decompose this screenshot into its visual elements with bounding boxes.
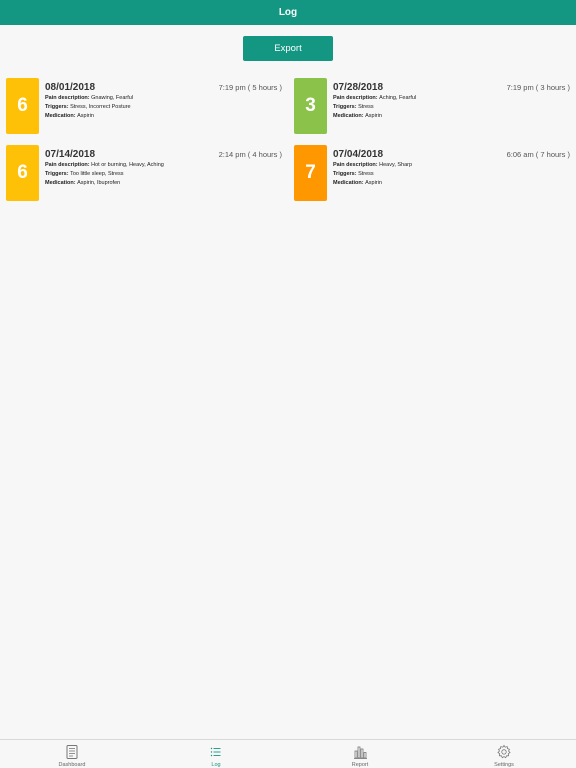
medication: Medication: Aspirin, Ibuprofen [45,180,120,186]
triggers-label: Triggers: [45,171,71,177]
medication-label: Medication: [45,113,78,119]
pain-description: Pain description: Gnawing, Fearful [45,95,133,101]
medication-value: Aspirin [365,113,382,119]
tab-label: Log [211,762,221,768]
tab-bar: Dashboard Log Report Settings [0,739,576,768]
log-entry[interactable]: 3 07/28/2018 7:19 pm ( 3 hours ) Pain de… [294,78,574,136]
log-entry[interactable]: 7 07/04/2018 6:06 am ( 7 hours ) Pain de… [294,145,574,203]
medication-value: Aspirin [365,180,382,186]
triggers-value: Too little sleep, Stress [70,171,124,177]
page-title: Log [278,7,298,18]
triggers-label: Triggers: [45,104,71,110]
dashboard-icon [66,745,78,759]
gear-icon [497,744,511,759]
tab-dashboard[interactable]: Dashboard [0,740,144,768]
tab-log[interactable]: Log [144,740,288,768]
triggers: Triggers: Stress [333,104,374,110]
log-entry[interactable]: 6 07/14/2018 2:14 pm ( 4 hours ) Pain de… [6,145,286,203]
tab-report[interactable]: Report [288,740,432,768]
pain-score-badge: 7 [294,145,327,201]
pain-score-badge: 6 [6,145,39,201]
entry-date: 07/04/2018 [333,149,384,160]
entry-time: 7:19 pm ( 3 hours ) [506,83,570,92]
export-button[interactable]: Export [243,36,333,61]
pain-description-value: Hot or burning, Heavy, Aching [91,162,164,168]
triggers-label: Triggers: [333,171,359,177]
entry-time: 6:06 am ( 7 hours ) [506,150,570,159]
tab-label: Settings [494,762,514,768]
triggers: Triggers: Stress, Incorrect Posture [45,104,131,110]
entry-date: 07/14/2018 [45,149,96,160]
triggers-label: Triggers: [333,104,359,110]
triggers-value: Stress, Incorrect Posture [70,104,131,110]
list-icon [210,747,221,757]
triggers: Triggers: Stress [333,171,374,177]
tab-settings[interactable]: Settings [432,740,576,768]
pain-description-value: Aching, Fearful [379,95,417,101]
medication: Medication: Aspirin [333,180,382,186]
medication-value: Aspirin, Ibuprofen [77,180,121,186]
pain-description-label: Pain description: [333,95,380,101]
pain-score-badge: 3 [294,78,327,134]
app-header: Log [0,0,576,25]
medication-label: Medication: [333,180,366,186]
medication-label: Medication: [333,113,366,119]
entry-date: 07/28/2018 [333,82,384,93]
entry-time: 2:14 pm ( 4 hours ) [218,150,282,159]
log-entry[interactable]: 6 08/01/2018 7:19 pm ( 5 hours ) Pain de… [6,78,286,136]
triggers-value: Stress [358,104,374,110]
medication: Medication: Aspirin [333,113,382,119]
pain-description-value: Gnawing, Fearful [91,95,134,101]
pain-description: Pain description: Heavy, Sharp [333,162,412,168]
medication-label: Medication: [45,180,78,186]
pain-description-label: Pain description: [45,162,92,168]
pain-description-value: Heavy, Sharp [379,162,413,168]
pain-description-label: Pain description: [333,162,380,168]
pain-description: Pain description: Aching, Fearful [333,95,416,101]
triggers-value: Stress [358,171,374,177]
pain-score-badge: 6 [6,78,39,134]
entry-date: 08/01/2018 [45,82,96,93]
triggers: Triggers: Too little sleep, Stress [45,171,124,177]
bar-chart-icon [354,746,367,759]
medication-value: Aspirin [77,113,94,119]
entry-time: 7:19 pm ( 5 hours ) [218,83,282,92]
pain-description-label: Pain description: [45,95,92,101]
medication: Medication: Aspirin [45,113,94,119]
pain-description: Pain description: Hot or burning, Heavy,… [45,162,164,168]
tab-label: Dashboard [58,762,86,768]
tab-label: Report [351,762,369,768]
